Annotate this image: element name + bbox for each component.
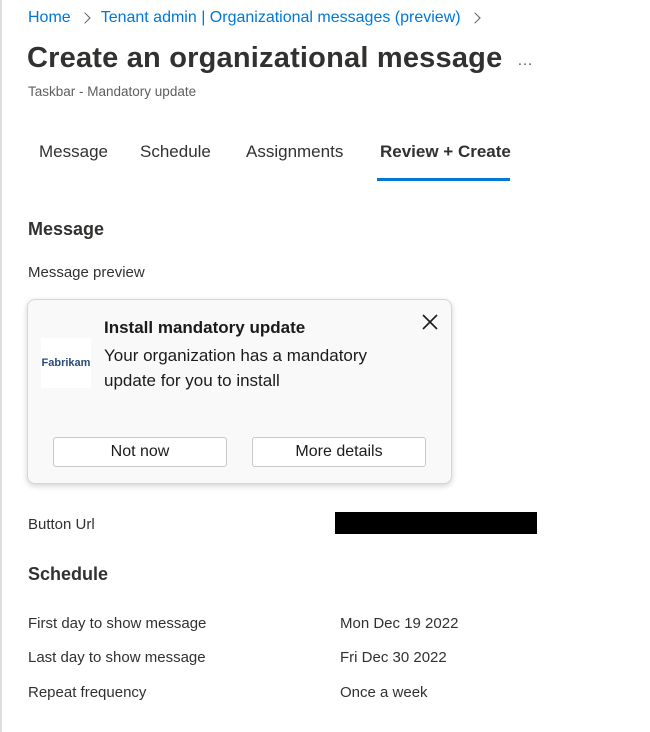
last-day-label: Last day to show message (28, 649, 206, 666)
last-day-value: Fri Dec 30 2022 (340, 649, 447, 666)
close-icon[interactable] (419, 311, 441, 333)
toast-body: Your organization has a mandatory update… (104, 346, 368, 390)
more-details-button[interactable]: More details (252, 437, 426, 467)
toast-title: Install mandatory update (104, 318, 306, 337)
active-tab-indicator (377, 178, 510, 181)
left-border (0, 0, 2, 732)
toast-preview: Fabrikam Install mandatory update Your o… (27, 299, 452, 484)
message-section-heading: Message (28, 219, 105, 239)
page-subtitle: Taskbar - Mandatory update (28, 84, 197, 99)
button-url-label: Button Url (28, 516, 95, 533)
tab-schedule[interactable]: Schedule (140, 142, 211, 162)
first-day-label: First day to show message (28, 615, 207, 632)
schedule-section-heading: Schedule (28, 564, 109, 584)
repeat-frequency-value: Once a week (340, 684, 428, 701)
repeat-frequency-label: Repeat frequency (28, 684, 147, 701)
not-now-button[interactable]: Not now (53, 437, 227, 467)
wizard-tabs: Message Schedule Assignments Review + Cr… (0, 142, 650, 182)
breadcrumb: Home Tenant admin | Organizational messa… (28, 9, 491, 27)
logo-text: Fabrikam (41, 357, 91, 369)
redacted-button-url (335, 512, 537, 534)
tab-review-create[interactable]: Review + Create (380, 142, 511, 162)
chevron-right-icon (468, 12, 481, 24)
page-title: Create an organizational message (27, 42, 503, 74)
more-options-icon[interactable]: … (517, 52, 534, 70)
chevron-right-icon (79, 12, 91, 24)
breadcrumb-tenant-admin[interactable]: Tenant admin | Organizational messages (… (101, 9, 461, 27)
message-preview-label: Message preview (28, 264, 145, 281)
fabrikam-logo: Fabrikam (41, 338, 91, 388)
breadcrumb-home[interactable]: Home (28, 9, 71, 27)
tab-assignments[interactable]: Assignments (246, 142, 343, 162)
first-day-value: Mon Dec 19 2022 (340, 615, 459, 632)
tab-message[interactable]: Message (39, 142, 108, 162)
